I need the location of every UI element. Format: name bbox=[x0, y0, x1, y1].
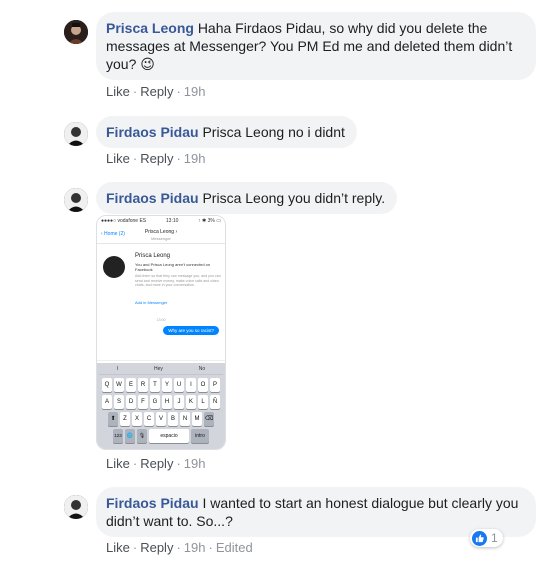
backspace-key: ⌫ bbox=[204, 412, 214, 426]
avatar[interactable] bbox=[64, 122, 88, 146]
comment-actions: Like · Reply · 19h · Edited bbox=[106, 540, 253, 555]
comment-actions: Like · Reply · 19h bbox=[106, 84, 206, 99]
suggestion: Hey bbox=[154, 366, 163, 372]
reply-link[interactable]: Reply bbox=[140, 84, 173, 99]
keyboard-key: I bbox=[186, 378, 196, 392]
comment-text: Prisca Leong you didn’t reply. bbox=[202, 190, 386, 206]
comment-actions: Like · Reply · 19h bbox=[106, 456, 206, 471]
keyboard-key: V bbox=[156, 412, 166, 426]
battery-label: ↑ ✱ 3% ▭ bbox=[198, 218, 221, 224]
mic-key-icon: 🎙 bbox=[137, 429, 147, 443]
like-link[interactable]: Like bbox=[106, 456, 130, 471]
space-key: espacio bbox=[149, 429, 189, 443]
comment-author[interactable]: Firdaos Pidau bbox=[106, 190, 199, 206]
keyboard-key: D bbox=[126, 395, 136, 409]
comment-bubble: Firdaos Pidau Prisca Leong you didn’t re… bbox=[96, 182, 398, 214]
comment-bubble: Firdaos Pidau Prisca Leong no i didnt bbox=[96, 116, 357, 148]
keyboard-row-3: ⬆ ZXCVBNM ⌫ bbox=[99, 412, 223, 426]
reply-link[interactable]: Reply bbox=[140, 456, 173, 471]
comment-author[interactable]: Prisca Leong bbox=[106, 20, 194, 36]
keyboard-key: X bbox=[132, 412, 142, 426]
keyboard-key: Y bbox=[162, 378, 172, 392]
keyboard-key: Z bbox=[120, 412, 130, 426]
keyboard-key: T bbox=[150, 378, 160, 392]
comment-author[interactable]: Firdaos Pidau bbox=[106, 124, 199, 140]
messenger-chat: Prisca Leong You and Prisca Leong aren't… bbox=[97, 244, 225, 360]
keyboard-key: A bbox=[102, 395, 112, 409]
ios-keyboard: I Hey No QWERTYUIOP ASDFGHJKLÑ ⬆ ZXCVBNM… bbox=[97, 363, 225, 449]
message-time: 13:00 bbox=[156, 318, 166, 322]
keyboard-key: O bbox=[198, 378, 208, 392]
keyboard-key: M bbox=[192, 412, 202, 426]
keyboard-key: R bbox=[138, 378, 148, 392]
comment-bubble: Prisca Leong Haha Firdaos Pidau, so why … bbox=[96, 12, 536, 80]
reply-link[interactable]: Reply bbox=[140, 151, 173, 166]
keyboard-key: F bbox=[138, 395, 148, 409]
keyboard-key: P bbox=[210, 378, 220, 392]
timestamp[interactable]: 19h bbox=[184, 84, 206, 99]
carrier-label: ●●●●○ vodafone ES bbox=[101, 218, 147, 224]
clock-label: 13:10 bbox=[165, 218, 179, 224]
thumbs-up-icon bbox=[472, 530, 487, 546]
phone-status-bar: ●●●●○ vodafone ES 13:10 ↑ ✱ 3% ▭ bbox=[97, 216, 225, 226]
like-link[interactable]: Like bbox=[106, 151, 130, 166]
profile-name: Prisca Leong bbox=[135, 253, 171, 259]
keyboard-key: H bbox=[162, 395, 172, 409]
keyboard-key: L bbox=[198, 395, 208, 409]
reaction-badge[interactable]: 1 bbox=[470, 529, 503, 547]
keyboard-row-1: QWERTYUIOP bbox=[99, 378, 223, 392]
comment-author[interactable]: Firdaos Pidau bbox=[106, 495, 199, 511]
globe-icon: 🌐 bbox=[125, 429, 135, 443]
timestamp[interactable]: 19h bbox=[184, 456, 206, 471]
keyboard-key: E bbox=[126, 378, 136, 392]
reaction-count: 1 bbox=[491, 531, 498, 545]
suggestion: I bbox=[116, 366, 119, 372]
like-link[interactable]: Like bbox=[106, 84, 130, 99]
keyboard-key: K bbox=[186, 395, 196, 409]
messenger-topbar: ‹ Home (2) Prisca Leong › Messenger bbox=[97, 226, 225, 244]
comment-text: Prisca Leong no i didnt bbox=[202, 124, 345, 140]
chat-title: Prisca Leong › bbox=[144, 229, 178, 235]
sent-message: Why are you so racist? bbox=[163, 326, 219, 335]
keyboard-row-4: 123 🌐 🎙 espacio intro bbox=[99, 429, 223, 443]
keyboard-key: B bbox=[168, 412, 178, 426]
keyboard-key: G bbox=[150, 395, 160, 409]
enter-key: intro bbox=[191, 429, 209, 443]
not-connected-note: You and Prisca Leong aren't connected on… bbox=[135, 262, 211, 272]
timestamp[interactable]: 19h bbox=[184, 151, 206, 166]
numbers-key: 123 bbox=[113, 429, 123, 443]
keyboard-suggestions: I Hey No bbox=[99, 364, 223, 375]
keyboard-key: J bbox=[174, 395, 184, 409]
reply-link[interactable]: Reply bbox=[140, 540, 173, 555]
keyboard-key: S bbox=[114, 395, 124, 409]
avatar[interactable] bbox=[64, 188, 88, 212]
keyboard-key: U bbox=[174, 378, 184, 392]
add-in-messenger-link: Add in Messenger bbox=[135, 300, 168, 305]
add-description: Add them so that they can message you, a… bbox=[135, 274, 221, 288]
keyboard-key: Q bbox=[102, 378, 112, 392]
keyboard-key: N bbox=[180, 412, 190, 426]
suggestion: No bbox=[198, 366, 206, 372]
wink-emoji-icon: 😉 bbox=[140, 56, 155, 72]
shift-key: ⬆ bbox=[108, 412, 118, 426]
profile-avatar bbox=[103, 256, 125, 278]
avatar[interactable] bbox=[64, 495, 88, 519]
keyboard-key: Ñ bbox=[210, 395, 220, 409]
chat-subtitle: Messenger bbox=[151, 236, 171, 241]
comment-bubble: Firdaos Pidau I wanted to start an hones… bbox=[96, 487, 536, 537]
keyboard-key: W bbox=[114, 378, 124, 392]
keyboard-row-2: ASDFGHJKLÑ bbox=[99, 395, 223, 409]
timestamp[interactable]: 19h bbox=[184, 540, 206, 555]
avatar[interactable] bbox=[64, 20, 88, 44]
comment-actions: Like · Reply · 19h bbox=[106, 151, 206, 166]
like-link[interactable]: Like bbox=[106, 540, 130, 555]
edited-label[interactable]: Edited bbox=[216, 540, 253, 555]
keyboard-key: C bbox=[144, 412, 154, 426]
attached-screenshot[interactable]: ●●●●○ vodafone ES 13:10 ↑ ✱ 3% ▭ ‹ Home … bbox=[96, 215, 226, 450]
